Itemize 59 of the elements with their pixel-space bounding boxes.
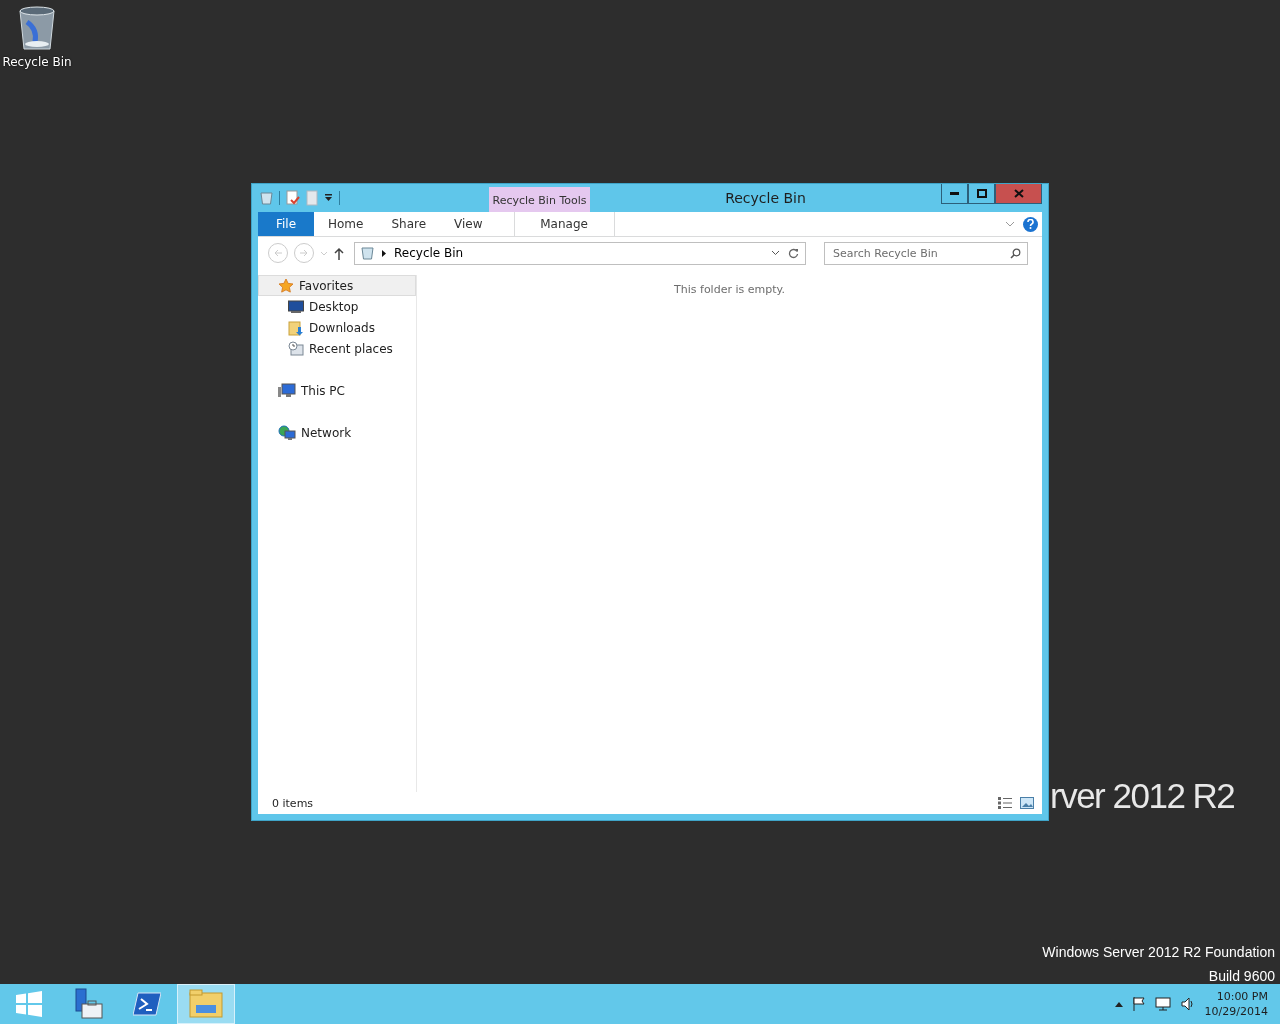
refresh-icon[interactable] — [788, 247, 799, 259]
network-icon[interactable] — [1154, 997, 1171, 1011]
taskbar-clock[interactable]: 10:00 PM 10/29/2014 — [1204, 989, 1268, 1019]
dropdown-icon[interactable] — [324, 194, 333, 202]
help-icon[interactable] — [1023, 216, 1038, 232]
search-icon[interactable] — [1010, 247, 1021, 259]
up-arrow-icon[interactable] — [334, 246, 344, 260]
forward-arrow-icon — [299, 249, 309, 257]
window-title: Recycle Bin — [724, 189, 807, 208]
folder-icon — [189, 989, 223, 1019]
edition-text: Windows Server 2012 R2 Foundation — [1042, 943, 1275, 962]
close-button[interactable] — [995, 184, 1042, 204]
clock-screen-icon — [288, 340, 304, 357]
minimize-icon — [950, 192, 959, 195]
star-icon — [278, 277, 294, 294]
large-icons-view-icon[interactable] — [1020, 797, 1034, 809]
document-check-icon[interactable] — [286, 190, 300, 206]
contextual-tab-group: Recycle Bin Tools — [489, 187, 590, 212]
nav-item[interactable]: Favorites — [258, 275, 416, 296]
nav-item[interactable]: Desktop — [258, 296, 416, 317]
flag-icon[interactable] — [1132, 997, 1145, 1011]
clock-date: 10/29/2014 — [1204, 1004, 1268, 1019]
taskbar-button[interactable] — [177, 984, 235, 1024]
minimize-button[interactable] — [941, 184, 968, 204]
windows-logo-icon — [16, 991, 42, 1017]
address-path[interactable]: Recycle Bin — [394, 246, 763, 260]
ribbon-tab[interactable]: Share — [377, 212, 441, 236]
ribbon-tab[interactable]: Home — [314, 212, 378, 236]
network-globe-icon — [278, 424, 296, 441]
maximize-icon — [976, 189, 987, 198]
edition-text: Build 9600 — [1208, 967, 1275, 986]
breadcrumb-arrow-icon[interactable] — [382, 249, 386, 257]
empty-folder-message: This folder is empty. — [674, 283, 785, 297]
monitor-icon — [288, 299, 304, 314]
computer-icon — [278, 382, 296, 399]
search-field[interactable]: Search Recycle Bin — [824, 241, 1028, 265]
trash-bin-icon[interactable] — [17, 6, 57, 52]
ribbon-tab[interactable]: View — [440, 212, 497, 236]
address-bar[interactable]: Recycle Bin — [354, 241, 806, 265]
ribbon-tab[interactable]: File — [258, 212, 314, 236]
nav-item[interactable]: Network — [258, 422, 416, 443]
maximize-button[interactable] — [968, 184, 995, 204]
server-toolbox-icon — [72, 988, 104, 1020]
ribbon-tab[interactable]: Manage — [513, 212, 615, 236]
terminal-prompt-icon — [133, 992, 161, 1016]
trash-bin-icon — [361, 246, 374, 260]
close-icon — [1013, 189, 1024, 198]
nav-item[interactable]: This PC — [258, 380, 416, 401]
desktop-icon-label[interactable]: Recycle Bin — [2, 55, 72, 69]
back-arrow-icon — [273, 249, 283, 257]
item-count: 0 items — [272, 796, 315, 810]
chevron-down-icon[interactable] — [771, 250, 780, 256]
nav-item[interactable]: Recent places — [258, 338, 416, 359]
clock-time: 10:00 PM — [1216, 989, 1268, 1004]
wallpaper-text: rver 2012 R2 — [1050, 776, 1235, 816]
up-arrow-icon[interactable] — [1114, 1001, 1123, 1007]
speaker-icon[interactable] — [1180, 997, 1195, 1011]
nav-item[interactable]: Downloads — [258, 317, 416, 338]
details-view-icon[interactable] — [998, 797, 1012, 809]
